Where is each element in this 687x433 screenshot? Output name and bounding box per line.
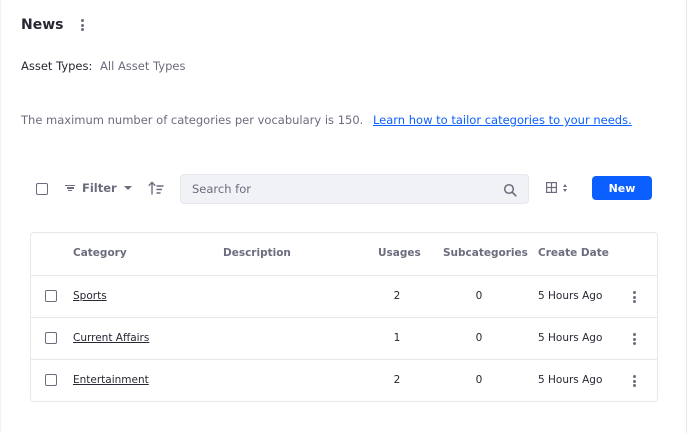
table-row: Sports 2 0 5 Hours Ago: [31, 276, 657, 318]
display-style-dropdown[interactable]: [546, 182, 567, 193]
usages-cell: 1: [393, 332, 401, 344]
search-input[interactable]: [192, 182, 492, 196]
asset-types: Asset Types: All Asset Types: [21, 59, 185, 73]
search-icon[interactable]: [503, 183, 517, 197]
subcategories-cell: 0: [475, 290, 483, 302]
table-header: Category Description Usages Subcategorie…: [31, 233, 657, 276]
ellipsis-vertical-icon[interactable]: [628, 333, 640, 345]
filter-icon: [65, 184, 75, 192]
create-date-cell: 5 Hours Ago: [538, 374, 603, 386]
management-toolbar: Filter New: [1, 174, 687, 204]
vocabulary-info: The maximum number of categories per voc…: [21, 113, 632, 127]
subcategories-cell: 0: [475, 374, 483, 386]
table-row: Current Affairs 1 0 5 Hours Ago: [31, 318, 657, 360]
page-header: News: [21, 17, 88, 33]
column-header-description[interactable]: Description: [223, 247, 291, 259]
category-link[interactable]: Sports: [73, 290, 107, 302]
filter-dropdown[interactable]: Filter: [65, 181, 132, 195]
category-link[interactable]: Entertainment: [73, 374, 149, 386]
learn-categories-link[interactable]: Learn how to tailor categories to your n…: [373, 113, 632, 127]
asset-types-label: Asset Types:: [21, 59, 93, 73]
subcategories-cell: 0: [475, 332, 483, 344]
ellipsis-vertical-icon[interactable]: [628, 291, 640, 303]
column-header-usages[interactable]: Usages: [378, 247, 421, 259]
create-date-cell: 5 Hours Ago: [538, 332, 603, 344]
filter-label: Filter: [82, 181, 117, 195]
page-frame: News Asset Types: All Asset Types The ma…: [0, 0, 687, 433]
info-text: The maximum number of categories per voc…: [21, 113, 364, 127]
ellipsis-vertical-icon[interactable]: [628, 375, 640, 387]
select-all-checkbox[interactable]: [36, 183, 48, 195]
usages-cell: 2: [393, 374, 401, 386]
column-header-category[interactable]: Category: [73, 247, 127, 259]
sort-caret-icon: [563, 183, 567, 192]
table-row: Entertainment 2 0 5 Hours Ago: [31, 360, 657, 402]
cards-grid-icon: [546, 182, 557, 193]
order-arrow-icon[interactable]: [148, 181, 164, 195]
page-title: News: [21, 17, 64, 33]
row-checkbox[interactable]: [45, 332, 57, 344]
ellipsis-vertical-icon[interactable]: [76, 19, 88, 31]
row-checkbox[interactable]: [45, 290, 57, 302]
column-header-create-date[interactable]: Create Date: [538, 247, 609, 259]
row-checkbox[interactable]: [45, 374, 57, 386]
usages-cell: 2: [393, 290, 401, 302]
search-bar[interactable]: [180, 174, 529, 204]
create-date-cell: 5 Hours Ago: [538, 290, 603, 302]
categories-table: Category Description Usages Subcategorie…: [30, 232, 658, 402]
category-link[interactable]: Current Affairs: [73, 332, 149, 344]
column-header-subcategories[interactable]: Subcategories: [443, 247, 528, 259]
asset-types-value: All Asset Types: [100, 59, 186, 73]
new-category-button[interactable]: New: [592, 176, 652, 200]
caret-down-icon: [123, 186, 132, 190]
